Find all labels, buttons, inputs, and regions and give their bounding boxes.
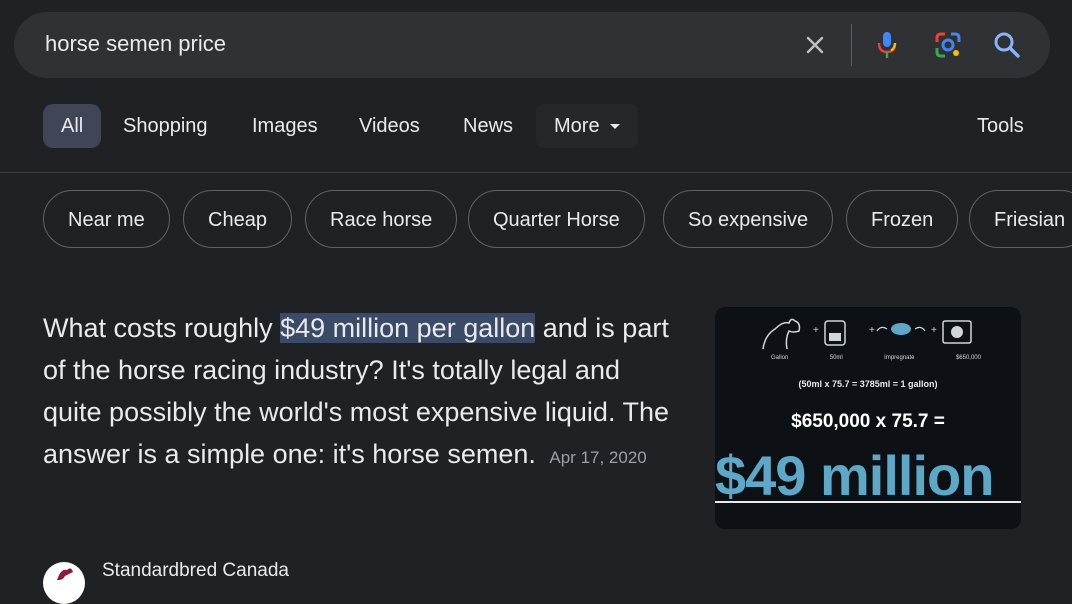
tabs-divider [0, 172, 1072, 173]
tab-all[interactable]: All [43, 104, 102, 148]
snippet-date: Apr 17, 2020 [549, 448, 647, 467]
chip-cheap[interactable]: Cheap [183, 190, 292, 248]
snippet-highlight: $49 million per gallon [280, 313, 536, 343]
chip-quarter-horse[interactable]: Quarter Horse [468, 190, 645, 248]
tab-news[interactable]: News [463, 104, 513, 148]
featured-snippet-image[interactable]: + + + Gallon 50ml Impregnate $650,000 (5… [715, 307, 1021, 529]
search-icon[interactable] [990, 28, 1024, 62]
mic-icon[interactable] [870, 28, 904, 62]
chip-friesian[interactable]: Friesian [969, 190, 1072, 248]
source-logo-icon [43, 562, 85, 604]
search-tabs: All Shopping Images Videos News More Too… [0, 104, 1072, 148]
infographic-labels: Gallon 50ml Impregnate $650,000 [771, 355, 981, 361]
close-icon[interactable] [798, 28, 832, 62]
infographic-label: Impregnate [884, 355, 915, 361]
tab-images[interactable]: Images [252, 104, 318, 148]
camera-lens-icon[interactable] [931, 28, 965, 62]
refinement-chips: Near me Cheap Race horse Quarter Horse S… [0, 190, 1072, 250]
infographic-label: $650,000 [955, 355, 981, 361]
infographic-calculation: (50ml x 75.7 = 3785ml = 1 gallon) [798, 379, 938, 389]
search-divider [851, 24, 852, 66]
infographic-icons: + + + [762, 318, 972, 350]
search-input[interactable]: horse semen price [45, 31, 226, 57]
infographic-label: 50ml [829, 355, 843, 361]
infographic-underline [715, 501, 1021, 503]
snippet-text-before: What costs roughly [43, 313, 281, 343]
tab-videos[interactable]: Videos [359, 104, 420, 148]
svg-text:+: + [869, 325, 875, 336]
caret-down-icon [609, 124, 620, 130]
search-bar[interactable]: horse semen price [14, 12, 1050, 78]
infographic-result: $49 million [715, 444, 994, 507]
tab-shopping[interactable]: Shopping [123, 104, 208, 148]
infographic-equation: $650,000 x 75.7 = [791, 411, 945, 432]
chip-so-expensive[interactable]: So expensive [663, 190, 834, 248]
svg-text:+: + [813, 325, 819, 336]
infographic-label: Gallon [771, 355, 789, 361]
svg-text:+: + [931, 325, 937, 336]
tools-button[interactable]: Tools [977, 104, 1024, 148]
tab-more-label: More [554, 115, 600, 137]
chip-frozen[interactable]: Frozen [846, 190, 959, 248]
featured-snippet-text: What costs roughly $49 million per gallo… [43, 307, 683, 479]
source-name[interactable]: Standardbred Canada [102, 560, 289, 582]
chip-near-me[interactable]: Near me [43, 190, 170, 248]
chip-race-horse[interactable]: Race horse [305, 190, 458, 248]
tab-more[interactable]: More [536, 104, 638, 148]
